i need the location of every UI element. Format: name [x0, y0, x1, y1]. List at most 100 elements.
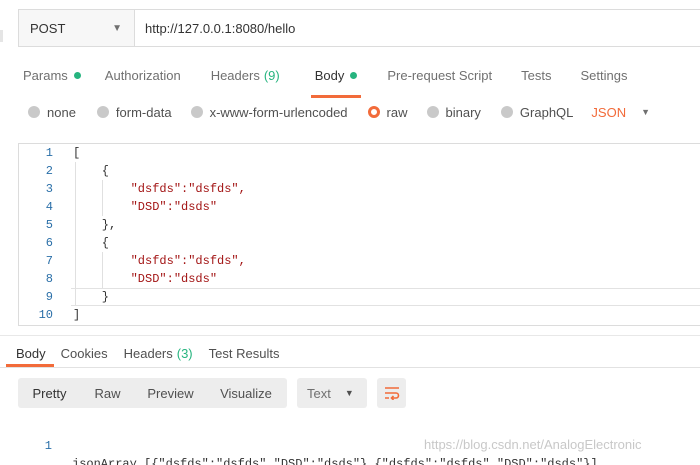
editor-line: 2 {: [19, 162, 699, 180]
radio-label: binary: [445, 104, 481, 120]
radio-icon: [426, 106, 439, 118]
line-number: 2: [45, 164, 53, 178]
wrap-lines-button[interactable]: [377, 378, 406, 408]
line-number: 7: [45, 254, 53, 268]
editor-line: 4 "DSD":"dsds": [19, 198, 699, 216]
chevron-down-icon: ▼: [112, 22, 122, 34]
radio-icon: [28, 106, 40, 118]
button-label: Raw: [94, 385, 121, 401]
sidebar-edge: [0, 30, 3, 42]
tab-body[interactable]: Body: [310, 65, 361, 98]
button-label: Preview: [147, 385, 194, 401]
line-number: 6: [45, 236, 53, 250]
view-visualize-button[interactable]: Visualize: [207, 378, 285, 408]
watermark: https://blog.csdn.net/AnalogElectronic: [424, 437, 642, 452]
line-number: 8: [45, 272, 53, 286]
tab-tests[interactable]: Tests: [521, 65, 551, 85]
code-text: {: [73, 164, 110, 178]
line-number: 1: [45, 146, 53, 160]
radio-raw[interactable]: raw: [367, 104, 408, 120]
code-text: ]: [73, 308, 81, 322]
line-number: 3: [45, 182, 53, 196]
tab-params[interactable]: Params: [23, 65, 81, 85]
view-pretty-button[interactable]: Pretty: [18, 378, 81, 408]
radio-none[interactable]: none: [28, 105, 76, 120]
count-badge: (9): [263, 67, 280, 83]
chevron-down-icon: ▼: [344, 388, 354, 398]
editor-line: 10]: [19, 306, 699, 324]
tab-response-headers[interactable]: Headers (3): [124, 345, 193, 361]
line-number: 4: [45, 200, 53, 214]
radio-label: none: [47, 104, 76, 120]
method-select[interactable]: POST ▼: [19, 10, 135, 46]
divider: [0, 335, 700, 336]
code-text: "dsfds":"dsfds",: [73, 182, 246, 196]
body-type-selector: none form-data x-www-form-urlencoded raw…: [28, 103, 650, 121]
tab-test-results[interactable]: Test Results: [209, 345, 280, 361]
code-text: "DSD":"dsds": [73, 272, 218, 286]
radio-x-www-form-urlencoded[interactable]: x-www-form-urlencoded: [190, 104, 348, 120]
radio-label: x-www-form-urlencoded: [209, 104, 348, 120]
button-label: Pretty: [32, 385, 67, 401]
count-badge: (3): [176, 345, 193, 361]
line-number: 9: [45, 290, 53, 304]
tab-authorization[interactable]: Authorization: [105, 65, 181, 85]
tab-settings[interactable]: Settings: [580, 65, 627, 85]
tab-label: Body: [16, 345, 46, 361]
line-number: 10: [38, 308, 53, 322]
editor-line: 8 "DSD":"dsds": [19, 270, 699, 288]
editor-line: 1[: [19, 144, 699, 162]
url-input[interactable]: http://127.0.0.1:8080/hello: [135, 10, 700, 46]
editor-line: 3 "dsfds":"dsfds",: [19, 180, 699, 198]
tab-label: Headers: [210, 67, 260, 83]
response-text: jsonArray [{"dsfds":"dsfds","DSD":"dsds"…: [72, 457, 598, 465]
chevron-down-icon: ▼: [641, 107, 650, 117]
view-raw-button[interactable]: Raw: [81, 378, 134, 408]
tab-headers[interactable]: Headers (9): [211, 65, 280, 85]
radio-binary[interactable]: binary: [426, 104, 481, 120]
tab-label: Test Results: [208, 345, 280, 361]
view-preview-button[interactable]: Preview: [134, 378, 207, 408]
radio-icon: [96, 106, 109, 118]
response-format-select[interactable]: Text ▼: [297, 378, 367, 408]
tab-response-body[interactable]: Body: [6, 345, 54, 367]
format-select[interactable]: JSON ▼: [591, 105, 650, 120]
request-bar: POST ▼ http://127.0.0.1:8080/hello: [18, 9, 700, 47]
tab-label: Headers: [123, 345, 173, 361]
line-number: 5: [45, 218, 53, 232]
code-text: },: [73, 218, 117, 232]
radio-checked-icon: [367, 106, 380, 118]
tab-cookies[interactable]: Cookies: [61, 345, 108, 361]
radio-label: GraphQL: [519, 104, 574, 120]
status-dot: [73, 71, 81, 79]
request-tabs: Params Authorization Headers (9) Body Pr…: [23, 65, 627, 98]
tab-label: Body: [314, 67, 345, 83]
code-text: "dsfds":"dsfds",: [73, 254, 246, 268]
wrap-icon: [384, 387, 399, 400]
editor-line: 9 }: [19, 288, 699, 306]
tab-label: Pre-request Script: [387, 67, 493, 83]
button-label: Visualize: [220, 385, 272, 401]
tab-label: Authorization: [104, 67, 181, 83]
format-label: JSON: [591, 104, 627, 120]
tab-label: Tests: [521, 67, 552, 83]
radio-form-data[interactable]: form-data: [96, 104, 172, 120]
tab-label: Cookies: [60, 345, 108, 361]
code-text: [: [73, 146, 81, 160]
response-tabs: Body Cookies Headers (3) Test Results: [6, 345, 280, 367]
radio-icon: [500, 106, 513, 118]
radio-label: form-data: [115, 104, 172, 120]
editor-line: 6 {: [19, 234, 699, 252]
editor-line: 7 "dsfds":"dsfds",: [19, 252, 699, 270]
tab-label: Params: [23, 67, 68, 83]
radio-graphql[interactable]: GraphQL: [500, 104, 574, 120]
tab-pre-request-script[interactable]: Pre-request Script: [387, 65, 492, 85]
response-line: 1 jsonArray [{"dsfds":"dsfds","DSD":"dsd…: [18, 419, 618, 465]
view-mode-group: Pretty Raw Preview Visualize: [18, 378, 287, 408]
method-label: POST: [30, 20, 66, 36]
editor-line: 5 },: [19, 216, 699, 234]
format-label: Text: [307, 385, 331, 401]
radio-label: raw: [386, 104, 408, 120]
request-body-editor[interactable]: 1[2 {3 "dsfds":"dsfds", 4 "DSD":"dsds" 5 }…: [18, 143, 700, 326]
tab-label: Settings: [580, 67, 628, 83]
